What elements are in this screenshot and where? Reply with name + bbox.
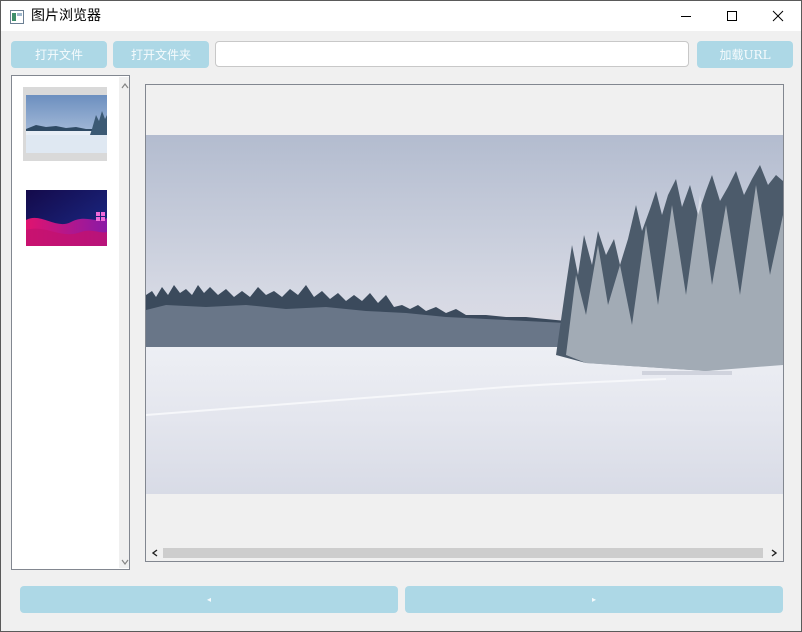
open-folder-button[interactable]: 打开文件夹 [113, 41, 209, 68]
scroll-left-icon[interactable] [149, 548, 161, 558]
load-url-button[interactable]: 加载URL [697, 41, 793, 68]
maximize-icon [727, 11, 737, 21]
main-image [146, 135, 783, 494]
scroll-down-icon[interactable] [120, 557, 129, 566]
close-icon [772, 10, 784, 22]
scrollbar-thumb[interactable] [163, 548, 763, 558]
thumbnail-list[interactable] [11, 75, 130, 570]
thumbnail-abstract-wallpaper[interactable] [26, 190, 107, 246]
app-window: 图片浏览器 打开文件 打开文件夹 加载URL ◂ ▸ [0, 0, 802, 632]
window-title: 图片浏览器 [31, 8, 101, 24]
scroll-right-icon[interactable] [768, 548, 780, 558]
previous-image-button[interactable]: ◂ [20, 586, 398, 613]
viewer-horizontal-scrollbar[interactable] [146, 545, 783, 561]
maximize-button[interactable] [709, 1, 755, 31]
next-image-button[interactable]: ▸ [405, 586, 783, 613]
minimize-button[interactable] [663, 1, 709, 31]
url-input[interactable] [215, 41, 689, 67]
scroll-up-icon[interactable] [120, 81, 129, 90]
minimize-icon [681, 16, 691, 17]
image-viewer[interactable] [145, 84, 784, 562]
thumbnail-snow-landscape[interactable] [26, 95, 107, 153]
close-button[interactable] [755, 1, 801, 31]
thumbnail-vertical-scrollbar[interactable] [119, 77, 129, 568]
open-file-button[interactable]: 打开文件 [11, 41, 107, 68]
app-icon [10, 9, 24, 24]
title-bar[interactable]: 图片浏览器 [1, 1, 801, 31]
